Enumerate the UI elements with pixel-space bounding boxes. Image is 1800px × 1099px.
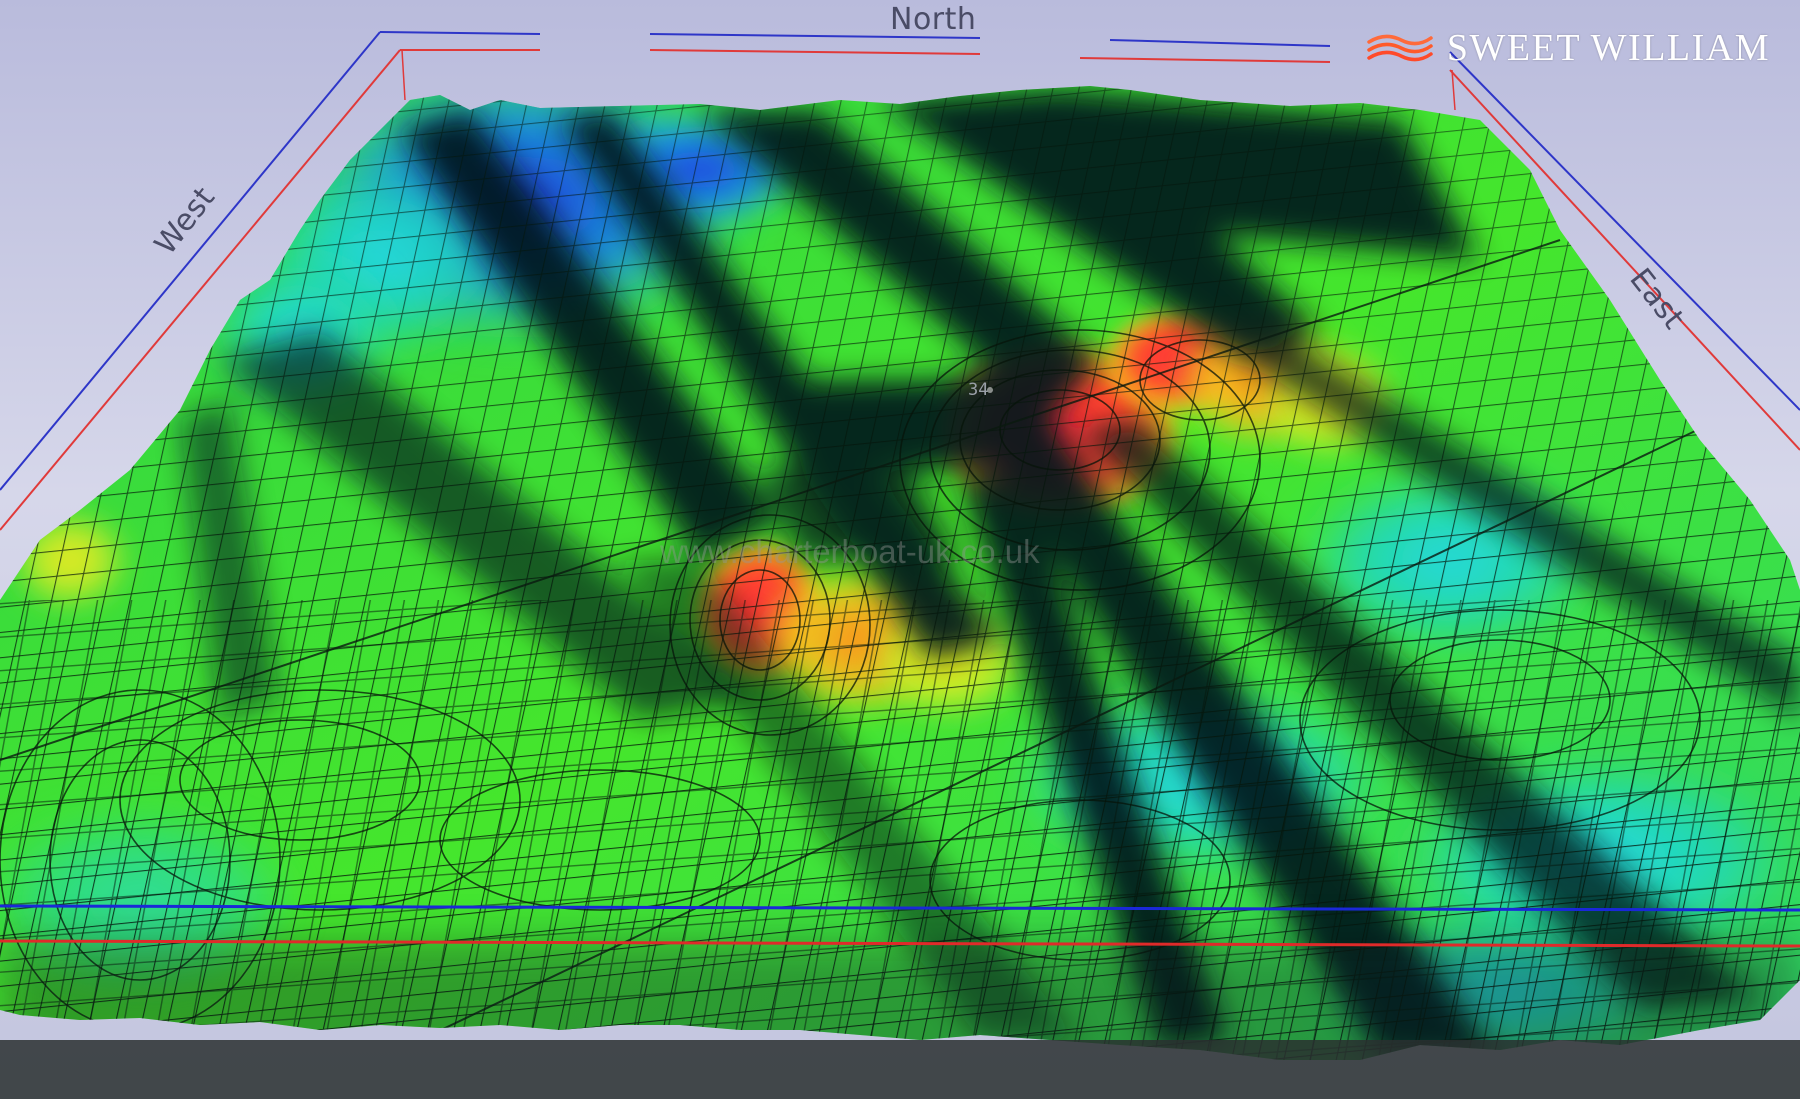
bathymetry-viewport[interactable]: North West East 34 www.charterboat-uk.co… <box>0 0 1800 1099</box>
wave-logo-icon <box>1367 34 1433 62</box>
brand-watermark: SWEET WILLIAM <box>1365 26 1770 70</box>
watermark-url: www.charterboat-uk.co.uk <box>660 533 1040 570</box>
axis-label-north: North <box>890 2 977 37</box>
depth-marker-label: 34 <box>968 380 989 400</box>
brand-name: SWEET WILLIAM <box>1446 27 1770 69</box>
